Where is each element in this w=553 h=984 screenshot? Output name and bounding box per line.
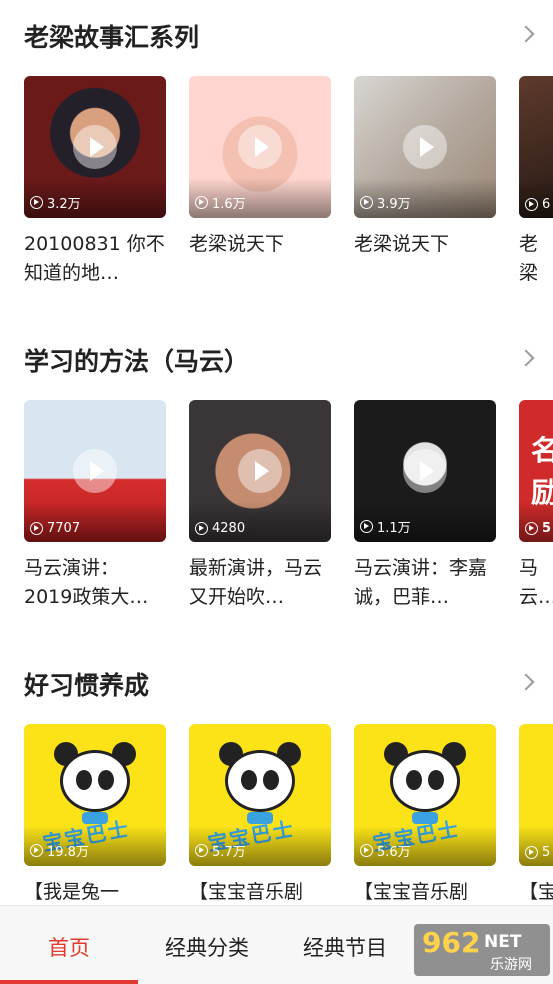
view-count: 7707 bbox=[30, 521, 80, 536]
panda-eye bbox=[241, 770, 257, 790]
view-count: 3.2万 bbox=[30, 193, 81, 212]
video-title[interactable]: 马云 天真 bbox=[519, 554, 553, 612]
video-thumbnail[interactable]: 6 bbox=[519, 76, 553, 218]
section-title: 学习的方法（马云） bbox=[24, 347, 250, 376]
video-thumbnail[interactable]: 1.6万 bbox=[189, 76, 331, 218]
video-title[interactable]: 【宝宝音乐剧 bbox=[354, 878, 496, 907]
video-thumbnail[interactable]: 宝宝巴士 19.8万 bbox=[24, 724, 166, 866]
play-circle-icon bbox=[30, 522, 43, 535]
chevron-right-icon[interactable] bbox=[517, 349, 535, 367]
bottom-nav: 首页 经典分类 经典节目 962 NET 乐游网 bbox=[0, 905, 553, 984]
video-thumbnail[interactable]: 3.9万 bbox=[354, 76, 496, 218]
play-circle-icon bbox=[195, 522, 208, 535]
video-card[interactable]: 1.1万 马云演讲：李嘉诚，巴菲… bbox=[354, 400, 496, 612]
play-icon[interactable] bbox=[73, 449, 117, 493]
video-card[interactable]: 宝宝巴士 19.8万 【我是兔一 bbox=[24, 724, 166, 907]
video-card[interactable]: 3.9万 老梁说天下 bbox=[354, 76, 496, 259]
video-thumbnail[interactable]: 7707 bbox=[24, 400, 166, 542]
video-title[interactable]: 【我是兔一 bbox=[24, 878, 166, 907]
video-card[interactable]: 3.2万 20100831 你不知道的地… bbox=[24, 76, 166, 288]
nav-item-categories[interactable]: 经典分类 bbox=[165, 932, 249, 962]
video-title[interactable]: 20100831 你不知道的地… bbox=[24, 230, 166, 288]
video-thumbnail[interactable]: 1.1万 bbox=[354, 400, 496, 542]
video-thumbnail[interactable]: 4280 bbox=[189, 400, 331, 542]
view-count: 1.6万 bbox=[195, 193, 246, 212]
nav-item-home[interactable]: 首页 bbox=[48, 932, 90, 962]
nav-item-programs[interactable]: 经典节目 bbox=[303, 932, 387, 962]
view-count: 3.9万 bbox=[360, 193, 411, 212]
panda-eye bbox=[76, 770, 92, 790]
view-count: 5.6万 bbox=[360, 841, 411, 860]
view-count: 5.7万 bbox=[195, 841, 246, 860]
video-thumbnail[interactable]: 5 bbox=[519, 724, 553, 866]
play-icon[interactable] bbox=[238, 449, 282, 493]
active-tab-indicator bbox=[0, 980, 138, 984]
video-card-partial[interactable]: 5 【宝 bbox=[519, 724, 553, 907]
video-card[interactable]: 7707 马云演讲：2019政策大… bbox=[24, 400, 166, 612]
video-title[interactable]: 马云演讲：李嘉诚，巴菲… bbox=[354, 554, 496, 612]
panda-eye bbox=[98, 770, 114, 790]
video-thumbnail[interactable]: 宝宝巴士 5.6万 bbox=[354, 724, 496, 866]
panda-eye bbox=[406, 770, 422, 790]
video-title[interactable]: 老梁 bbox=[519, 230, 553, 288]
view-count: 6 bbox=[525, 197, 550, 212]
watermark-net: NET bbox=[484, 932, 522, 952]
play-circle-icon bbox=[525, 522, 538, 535]
video-title[interactable]: 最新演讲，马云又开始吹… bbox=[189, 554, 331, 612]
panda-eye bbox=[428, 770, 444, 790]
video-title[interactable]: 马云演讲：2019政策大… bbox=[24, 554, 166, 612]
panda-face bbox=[390, 750, 460, 812]
video-card-partial[interactable]: 6 老梁 bbox=[519, 76, 553, 288]
play-circle-icon bbox=[30, 196, 43, 209]
video-card[interactable]: 宝宝巴士 5.7万 【宝宝音乐剧 bbox=[189, 724, 331, 907]
section-title: 老梁故事汇系列 bbox=[24, 23, 200, 52]
chevron-right-icon[interactable] bbox=[517, 673, 535, 691]
video-card[interactable]: 宝宝巴士 5.6万 【宝宝音乐剧 bbox=[354, 724, 496, 907]
play-icon[interactable] bbox=[403, 125, 447, 169]
video-card[interactable]: 4280 最新演讲，马云又开始吹… bbox=[189, 400, 331, 612]
play-circle-icon bbox=[360, 196, 373, 209]
video-thumbnail[interactable]: 3.2万 bbox=[24, 76, 166, 218]
play-circle-icon bbox=[525, 846, 538, 859]
video-card[interactable]: 1.6万 老梁说天下 bbox=[189, 76, 331, 259]
play-circle-icon bbox=[525, 198, 538, 211]
video-thumbnail[interactable]: 宝宝巴士 5.7万 bbox=[189, 724, 331, 866]
play-circle-icon bbox=[195, 844, 208, 857]
video-title[interactable]: 老梁说天下 bbox=[354, 230, 496, 259]
video-thumbnail[interactable]: 名 励 5 bbox=[519, 400, 553, 542]
section-title: 好习惯养成 bbox=[24, 671, 150, 700]
view-count: 1.1万 bbox=[360, 517, 411, 536]
chevron-right-icon[interactable] bbox=[517, 25, 535, 43]
play-circle-icon bbox=[195, 196, 208, 209]
panda-face bbox=[60, 750, 130, 812]
play-circle-icon bbox=[360, 844, 373, 857]
play-icon[interactable] bbox=[73, 125, 117, 169]
view-count: 5 bbox=[525, 845, 550, 860]
video-title[interactable]: 【宝 bbox=[519, 878, 553, 907]
view-count: 19.8万 bbox=[30, 841, 89, 860]
video-card-partial[interactable]: 名 励 5 马云 天真 bbox=[519, 400, 553, 612]
watermark-number: 962 bbox=[422, 926, 481, 959]
view-count: 4280 bbox=[195, 521, 245, 536]
watermark-subtitle: 乐游网 bbox=[490, 957, 532, 973]
video-title[interactable]: 老梁说天下 bbox=[189, 230, 331, 259]
play-circle-icon bbox=[360, 520, 373, 533]
watermark-logo: 962 NET 乐游网 bbox=[414, 924, 550, 976]
panda-eye bbox=[263, 770, 279, 790]
view-count: 5 bbox=[525, 521, 551, 536]
play-circle-icon bbox=[30, 844, 43, 857]
play-icon[interactable] bbox=[238, 125, 282, 169]
panda-face bbox=[225, 750, 295, 812]
play-icon[interactable] bbox=[403, 449, 447, 493]
video-title[interactable]: 【宝宝音乐剧 bbox=[189, 878, 331, 907]
